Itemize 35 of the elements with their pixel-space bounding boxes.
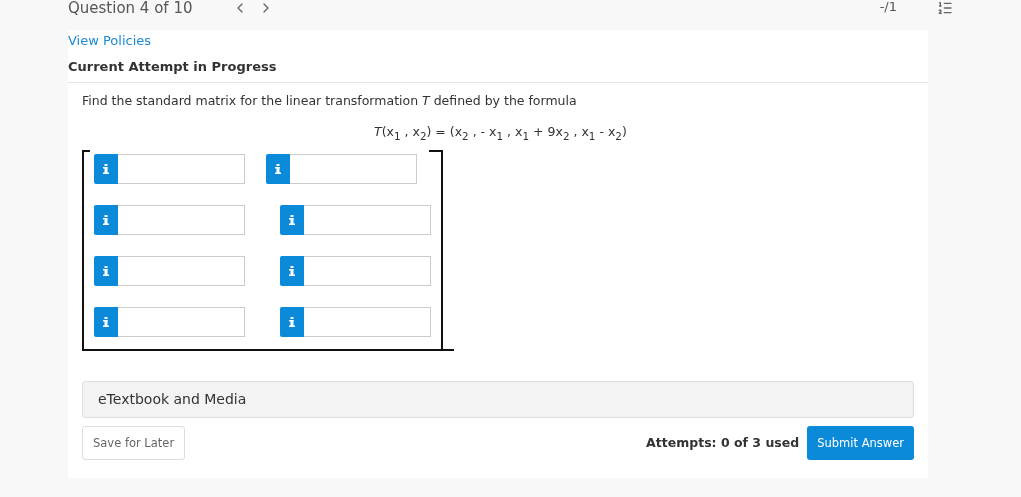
score: -/1 [879, 0, 897, 14]
view-policies-link[interactable]: View Policies [68, 33, 152, 48]
info-icon [103, 316, 109, 327]
info-icon [103, 214, 109, 225]
info-button[interactable] [94, 306, 118, 337]
question-prompt: Find the standard matrix for the linear transformation T defined by the formula [82, 93, 578, 108]
info-icon [289, 265, 295, 276]
info-button[interactable] [94, 255, 118, 286]
info-button[interactable] [280, 255, 304, 286]
matrix-entry-field[interactable] [118, 204, 245, 235]
etextbook-media-bar[interactable]: eTextbook and Media [82, 380, 914, 418]
matrix-entry-field[interactable] [290, 153, 417, 184]
matrix-entry-field[interactable] [118, 153, 245, 184]
matrix-entry-field[interactable] [118, 255, 245, 286]
info-icon [289, 214, 295, 225]
info-button[interactable] [280, 204, 304, 235]
info-button[interactable] [280, 306, 304, 337]
save-for-later-button[interactable]: Save for Later [82, 425, 186, 460]
attempt-status: Current Attempt in Progress [68, 59, 928, 83]
matrix-entry-field[interactable] [304, 306, 431, 337]
attempts-count: Attempts: 0 of 3 used [646, 435, 800, 450]
info-button[interactable] [94, 204, 118, 235]
info-icon [103, 265, 109, 276]
question-counter: Question 4 of 10 [68, 0, 193, 16]
info-button[interactable] [266, 153, 290, 184]
info-icon [275, 163, 281, 174]
info-icon [289, 316, 295, 327]
matrix-entry-field[interactable] [304, 255, 431, 286]
submit-answer-button[interactable]: Submit Answer [807, 425, 914, 460]
info-icon [103, 163, 109, 174]
matrix-entry-field[interactable] [118, 306, 245, 337]
matrix-entry-field[interactable] [304, 204, 431, 235]
question-list-icon[interactable] [937, 0, 953, 16]
formula: T(x$_{1}$ , x$_{2}$) = (x$_{2}$ , - x$_{1}$ , x$_{1}$ + 9x$_{2}$ , x$_{1}$ - x$_{2}$) [374, 124, 628, 142]
info-button[interactable] [94, 153, 118, 184]
